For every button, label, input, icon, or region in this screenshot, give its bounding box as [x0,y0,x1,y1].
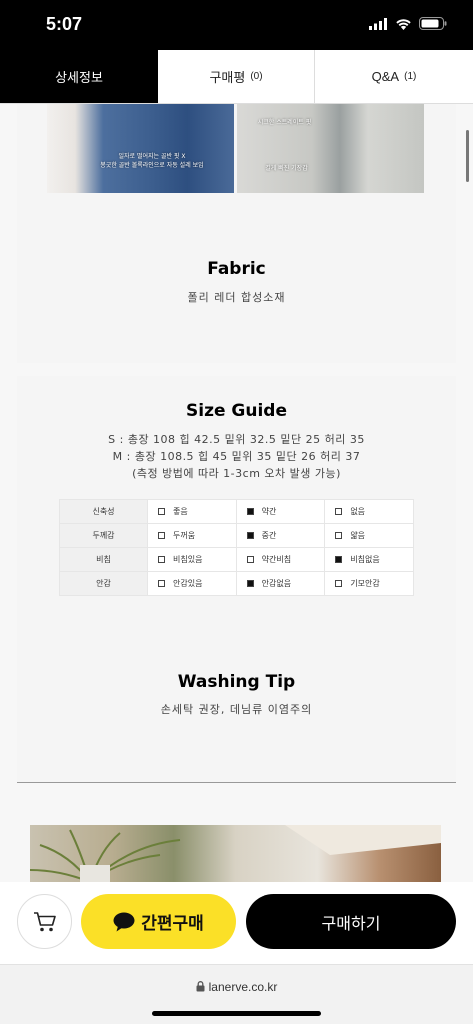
unchecked-box-icon [335,532,343,539]
tab-qna-label: Q&A [371,69,400,84]
browser-address-bar[interactable]: lanerve.co.kr [0,964,473,1024]
unchecked-box-icon [158,532,165,539]
product-tabs: 상세정보 구매평 (0) Q&A (1) [0,50,473,104]
fit-attribute-option: 얇음 [324,523,414,548]
lock-icon [196,981,205,992]
checked-box-icon [335,556,343,563]
url-text: lanerve.co.kr [208,980,278,994]
tab-qna[interactable]: Q&A (1) [315,50,473,103]
fit-attribute-option: 비침있음 [147,547,237,572]
jeans-side-photo: 시크한 스트레이트 핏 길게 빠진 기장감 [237,104,424,193]
size-guide-title: Size Guide [186,401,287,421]
fit-attribute-label: 안감 [59,571,148,596]
fabric-text: 폴리 레더 합성소재 [187,291,286,304]
product-photos: 일자로 떨어지는 골반 핏 X 봉긋한 골반 볼록라인으로 자동 설레 보임 시… [47,104,424,193]
fit-attribute-option: 안감없음 [235,571,326,596]
fit-attribute-option: 중간 [235,523,326,548]
washing-tip-text: 손세탁 권장, 데님류 이염주의 [160,703,313,716]
fit-attribute-option-label: 안감없음 [261,579,292,588]
fit-attribute-label: 비침 [59,547,148,572]
fit-attribute-option: 두꺼움 [147,523,237,548]
fit-attribute-row: 신축성 좋음 약간 없음 [59,499,414,524]
purchase-action-bar: 간편구매 구매하기 [0,882,473,964]
tab-qna-count: (1) [404,71,417,82]
fit-attribute-option-label: 안감있음 [173,579,203,588]
photo-caption-right-top: 시크한 스트레이트 핏 [257,119,312,126]
checked-box-icon [246,580,254,587]
fit-attribute-row: 비침 비침있음 약간비침 비침없음 [59,547,414,572]
section-divider [17,782,456,783]
unchecked-box-icon [158,556,165,563]
size-guide-card: Size Guide S : 총장 108 힙 42.5 밑위 32.5 밑단 … [17,376,456,782]
fit-attribute-option: 비침없음 [324,547,414,572]
plant-illustration [30,825,441,882]
unchecked-box-icon [158,508,165,515]
kakao-talk-icon [113,912,135,931]
home-indicator[interactable] [152,1011,321,1016]
fit-attribute-label: 두께감 [59,523,148,548]
fit-attribute-option-label: 약간비침 [261,555,292,564]
tab-details-label: 상세정보 [55,70,103,85]
unchecked-box-icon [335,580,343,587]
status-icons [369,17,447,30]
buy-now-label: 구매하기 [321,913,381,933]
cart-button[interactable] [17,894,72,949]
fit-attribute-label: 신축성 [59,499,148,524]
checked-box-icon [246,532,254,539]
kakao-quick-buy-button[interactable]: 간편구매 [81,894,236,949]
status-time: 5:07 [46,14,83,34]
fit-attribute-option-label: 얇음 [350,531,366,540]
product-detail-content[interactable]: 일자로 떨어지는 골반 핏 X 봉긋한 골반 볼록라인으로 자동 설레 보임 시… [0,104,473,882]
tab-details[interactable]: 상세정보 [0,50,158,103]
signal-icon [369,17,387,30]
jeans-back-photo: 일자로 떨어지는 골반 핏 X 봉긋한 골반 볼록라인으로 자동 설레 보임 [47,104,234,193]
fit-attribute-option: 안감있음 [147,571,237,596]
photo-caption-left: 일자로 떨어지는 골반 핏 X 봉긋한 골반 볼록라인으로 자동 설레 보임 [100,153,204,169]
address-display[interactable]: lanerve.co.kr [0,980,473,994]
cart-icon [33,911,56,931]
unchecked-box-icon [246,556,254,563]
kakao-quick-buy-label: 간편구매 [141,914,204,934]
status-bar: 5:07 [0,0,473,50]
washing-tip-title: Washing Tip [177,672,296,692]
unchecked-box-icon [335,508,343,515]
unchecked-box-icon [158,580,165,587]
fit-attribute-option-label: 중간 [261,531,277,540]
tab-reviews-label: 구매평 [209,70,246,85]
fit-attribute-option-label: 좋음 [173,507,188,516]
fit-attribute-table: 신축성 좋음 약간 없음 두께감 두꺼움 중간 얇음 비침 비침있음 약간비침 비침없음 안감 안감있음 안… [59,499,414,596]
fit-attribute-option: 좋음 [147,499,237,524]
fit-attribute-option: 약간비침 [235,547,326,572]
buy-now-button[interactable]: 구매하기 [246,894,456,949]
size-guide-line-s: S : 총장 108 힙 42.5 밑위 32.5 밑단 25 허리 35 [108,433,365,446]
fit-attribute-row: 안감 안감있음 안감없음 기모안감 [59,571,414,596]
checked-box-icon [246,508,254,515]
fit-attribute-option-label: 약간 [261,507,277,516]
fit-attribute-option-label: 비침있음 [173,555,203,564]
wifi-icon [396,18,411,30]
fit-attribute-option: 기모안감 [324,571,414,596]
lifestyle-photo [30,825,441,882]
photo-caption-right-bottom: 길게 빠진 기장감 [265,165,308,172]
fit-attribute-option: 약간 [235,499,326,524]
scroll-indicator[interactable] [466,130,469,182]
fit-attribute-option-label: 두꺼움 [173,531,196,540]
tab-reviews[interactable]: 구매평 (0) [158,50,315,103]
size-guide-line-m: M : 총장 108.5 힙 45 밑위 35 밑단 26 허리 37 [112,450,361,463]
fit-attribute-row: 두께감 두꺼움 중간 얇음 [59,523,414,548]
fit-attribute-option-label: 없음 [350,507,366,516]
fit-attribute-option-label: 비침없음 [350,555,380,564]
size-guide-note: (측정 방법에 따라 1-3cm 오차 발생 가능) [132,467,341,480]
fabric-title: Fabric [207,259,266,279]
fit-attribute-option-label: 기모안감 [350,579,380,588]
fit-attribute-option: 없음 [324,499,414,524]
battery-icon [419,17,447,30]
tab-reviews-count: (0) [250,71,263,82]
